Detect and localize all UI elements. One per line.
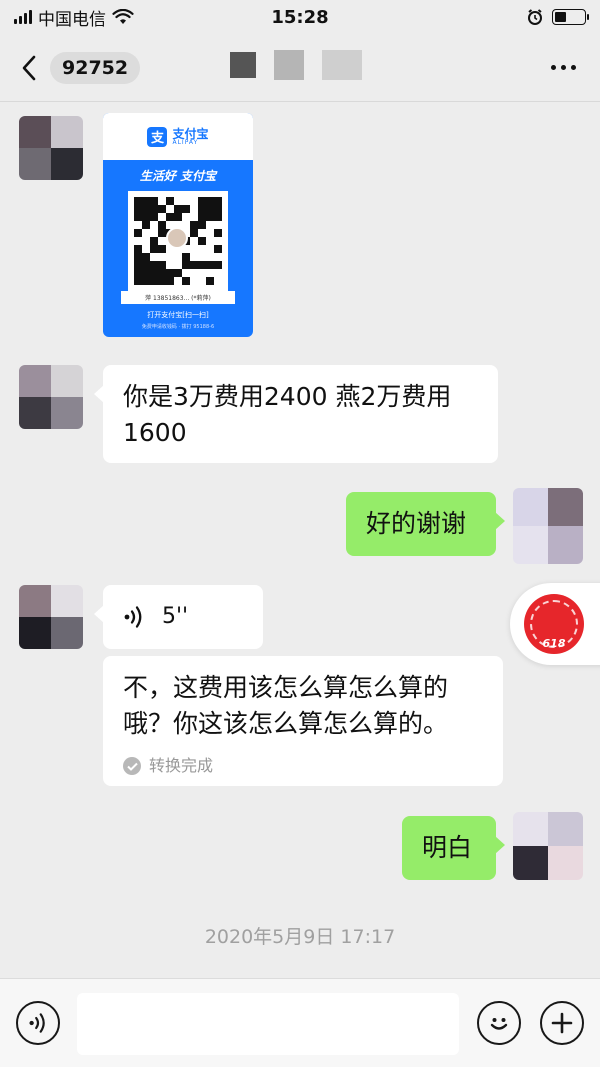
avatar[interactable] [19, 365, 83, 429]
alipay-brand-cn: 支付宝 [172, 126, 209, 141]
message-bubble-outgoing[interactable]: 明白 [402, 816, 505, 880]
message-text: 明白 [422, 833, 473, 862]
voice-message-bubble[interactable]: 5'' [94, 585, 263, 649]
alipay-tip: 免费申请收钱码 · 拨打 95188-6 [141, 324, 215, 330]
back-button[interactable] [16, 55, 42, 81]
alipay-qr-image[interactable]: 支 支付宝 ALIPAY 生活好 支付宝 萍 13851863... (*莉萍)… [103, 113, 253, 337]
message-bubble-outgoing[interactable]: 好的谢谢 [346, 492, 505, 556]
voice-input-button[interactable] [16, 1001, 60, 1045]
status-bar: 中国电信 15:28 [0, 0, 600, 34]
alipay-scan-instruction: 打开支付宝[扫一扫] [147, 311, 209, 319]
alipay-slogan: 生活好 支付宝 [139, 169, 217, 183]
check-circle-icon [123, 757, 141, 775]
voice-wave-icon [29, 1013, 45, 1033]
transcript-line: 不，这费用该怎么算怎么算的 [123, 673, 449, 702]
chevron-left-icon [22, 55, 36, 80]
wifi-icon [112, 9, 134, 24]
qr-code [128, 191, 228, 291]
battery-icon [552, 9, 589, 25]
plus-circle-icon [551, 1012, 573, 1034]
qr-avatar [166, 227, 188, 249]
alarm-clock-icon [528, 9, 542, 25]
voice-transcript-bubble[interactable]: 不，这费用该怎么算怎么算的 哦？你这该怎么算怎么算的。 转换完成 [103, 656, 503, 786]
promo-618-icon: 618 [524, 594, 584, 654]
my-avatar[interactable] [513, 488, 583, 564]
message-text: 好的谢谢 [366, 509, 467, 538]
promo-618-badge[interactable]: 618 [510, 583, 600, 665]
carrier-name: 中国电信 [38, 9, 106, 30]
message-text-line: 1600 [123, 418, 187, 447]
convert-status-text: 转换完成 [149, 756, 214, 775]
message-bubble[interactable]: 你是3万费用2400 燕2万费用 1600 [94, 365, 498, 463]
status-left: 中国电信 [14, 5, 526, 30]
alipay-header: 支 支付宝 ALIPAY [103, 113, 253, 160]
more-options-button[interactable] [543, 57, 584, 78]
alipay-brand: 支付宝 ALIPAY [172, 128, 208, 146]
status-right [526, 8, 589, 26]
my-avatar[interactable] [513, 812, 583, 880]
chat-timestamp: 2020年5月9日 17:17 [204, 926, 396, 948]
alipay-brand-en: ALIPAY [172, 138, 199, 146]
transcript-line: 哦？你这该怎么算怎么算的。 [123, 709, 449, 738]
add-attachment-button[interactable] [540, 1001, 584, 1045]
promo-badge-text: 618 [542, 637, 566, 650]
message-input[interactable] [77, 993, 459, 1055]
chat-input-bar [0, 978, 600, 1067]
avatar[interactable] [19, 585, 83, 649]
convert-status: 转换完成 [123, 756, 483, 776]
alipay-logo-icon: 支 [147, 126, 168, 147]
signal-icon [14, 10, 32, 24]
chat-title-redacted [230, 50, 362, 80]
emoji-icon [490, 1018, 508, 1030]
qr-owner-caption: 萍 13851863... (*莉萍) [121, 291, 235, 304]
unread-count-badge[interactable]: 92752 [50, 51, 141, 84]
avatar[interactable] [19, 116, 83, 180]
chat-header: 92752 [0, 34, 600, 102]
message-text-line: 你是3万费用2400 燕2万费用 [123, 382, 452, 411]
emoji-button[interactable] [477, 1001, 521, 1045]
voice-duration: 5'' [162, 604, 189, 629]
voice-wave-icon [124, 606, 142, 628]
